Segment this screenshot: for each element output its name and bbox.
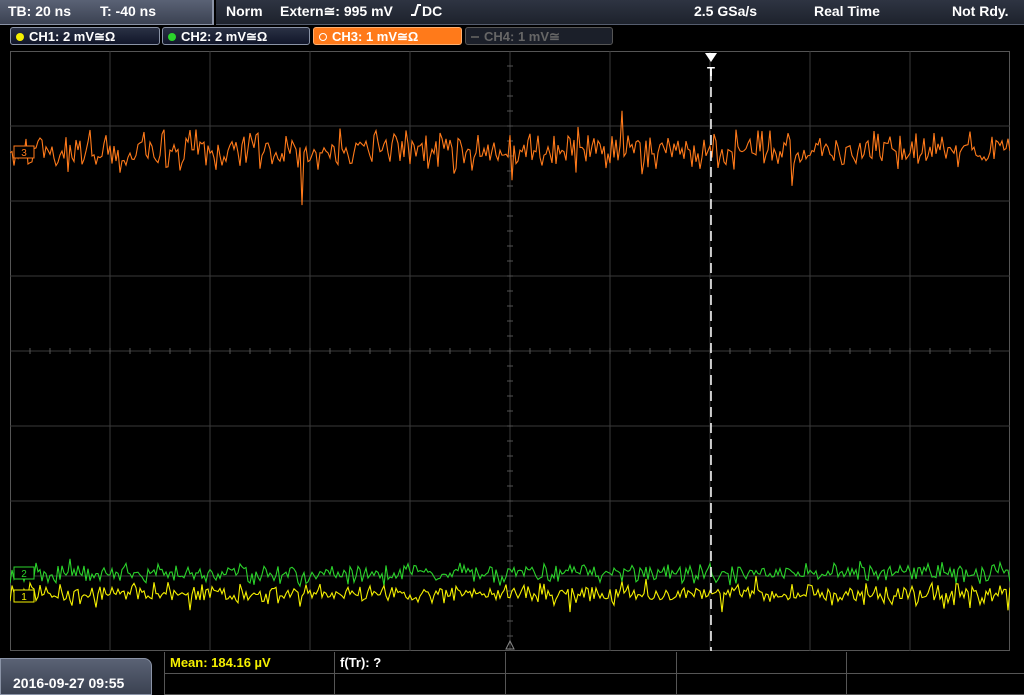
measurement-cell-empty-3[interactable]	[847, 652, 1024, 674]
trigger-time-readout: T: -40 ns	[100, 3, 157, 19]
top-status-bar: TB: 20 ns T: -40 ns Norm Extern≅: 995 mV…	[0, 0, 1024, 26]
measurement-cell-empty-8[interactable]	[847, 674, 1024, 695]
bottom-bar: 2016-09-27 09:55 Mean: 184.16 µV f(Tr): …	[0, 652, 1024, 695]
measurement-cell-empty-5[interactable]	[335, 674, 506, 695]
ch2-indicator-icon	[168, 33, 176, 41]
trigger-slope-icon	[410, 3, 422, 20]
ch4-label: CH4: 1 mV≅	[484, 29, 560, 44]
timebase-panel[interactable]: TB: 20 ns T: -40 ns	[0, 0, 214, 25]
channel-tab-ch3[interactable]: CH3: 1 mV≅Ω	[313, 27, 462, 45]
measurement-cell-empty-1[interactable]	[506, 652, 677, 674]
datetime-panel[interactable]: 2016-09-27 09:55	[0, 658, 152, 695]
acquisition-mode: Real Time	[814, 3, 880, 19]
ch3-label: CH3: 1 mV≅Ω	[332, 29, 419, 44]
timebase-readout: TB: 20 ns	[8, 3, 72, 19]
trigger-mode: Norm	[226, 3, 263, 19]
datetime-readout: 2016-09-27 09:55	[13, 675, 125, 691]
measurement-cell-empty-4[interactable]	[165, 674, 335, 695]
ch2-label: CH2: 2 mV≅Ω	[181, 29, 268, 44]
trigger-source: Extern≅: 995 mV	[280, 3, 393, 19]
measurement-cell-empty-6[interactable]	[506, 674, 677, 695]
ch1-indicator-icon	[16, 33, 24, 41]
waveform-display[interactable]: T 3 2 1	[10, 51, 1010, 651]
freq-measurement: f(Tr): ?	[340, 655, 382, 670]
measurement-cell-mean[interactable]: Mean: 184.16 µV	[165, 652, 335, 674]
sample-rate: 2.5 GSa/s	[694, 3, 758, 19]
ch1-label: CH1: 2 mV≅Ω	[29, 29, 116, 44]
ch3-indicator-icon	[319, 33, 327, 41]
trigger-status-panel[interactable]: Norm Extern≅: 995 mV DC 2.5 GSa/s Real T…	[216, 0, 1024, 25]
acquisition-status: Not Rdy.	[952, 3, 1009, 19]
mean-measurement: Mean: 184.16 µV	[170, 655, 271, 670]
waveform-canvas[interactable]: T 3 2 1	[10, 51, 1010, 651]
ch3-ground-label: 3	[21, 148, 27, 159]
ch2-ground-label: 2	[21, 569, 27, 580]
channel-tab-ch2[interactable]: CH2: 2 mV≅Ω	[162, 27, 310, 45]
channel-tab-ch4[interactable]: CH4: 1 mV≅	[465, 27, 613, 45]
ch4-indicator-icon	[471, 36, 479, 38]
trigger-label: T	[707, 64, 715, 79]
channel-tab-ch1[interactable]: CH1: 2 mV≅Ω	[10, 27, 160, 45]
measurement-cell-empty-2[interactable]	[677, 652, 847, 674]
measurement-panel[interactable]: Mean: 184.16 µV f(Tr): ?	[164, 652, 1024, 695]
ch1-ground-label: 1	[21, 592, 27, 603]
trigger-coupling: DC	[422, 3, 443, 19]
channel-bar: CH1: 2 mV≅Ω CH2: 2 mV≅Ω CH3: 1 mV≅Ω CH4:…	[0, 26, 1024, 48]
measurement-cell-empty-7[interactable]	[677, 674, 847, 695]
measurement-cell-freq[interactable]: f(Tr): ?	[335, 652, 506, 674]
